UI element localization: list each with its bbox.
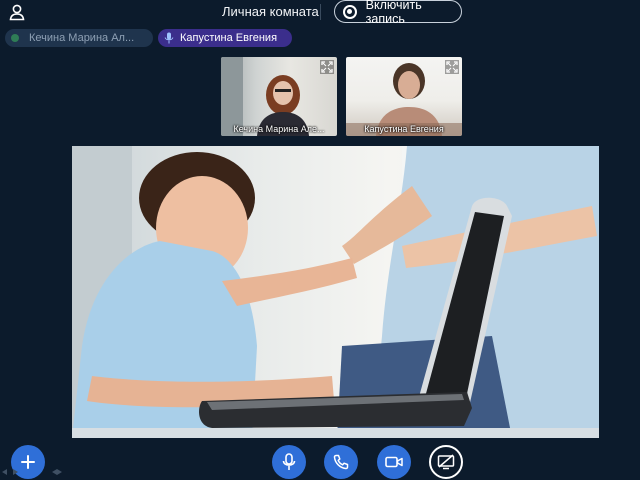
main-video-frame bbox=[72, 146, 599, 438]
microphone-button[interactable] bbox=[272, 445, 306, 479]
expand-icon[interactable] bbox=[445, 60, 459, 74]
user-icon[interactable] bbox=[8, 3, 26, 21]
resize-arrows-icon bbox=[2, 469, 62, 475]
thumbnail-label: Капустина Евгения bbox=[364, 124, 444, 134]
participant-chip-kechina[interactable]: Кечина Марина Ал... bbox=[5, 29, 153, 47]
video-call-window: Личная комната Включить запись Кечина Ма… bbox=[0, 0, 640, 480]
record-button-label: Включить запись bbox=[365, 0, 422, 26]
screen-share-button[interactable] bbox=[429, 445, 463, 479]
thumbnail-label: Кечина Марина Але... bbox=[233, 124, 325, 134]
hangup-button[interactable] bbox=[324, 445, 358, 479]
video-camera-icon bbox=[385, 456, 403, 468]
microphone-icon bbox=[164, 32, 174, 44]
record-icon bbox=[343, 4, 357, 19]
expand-icon[interactable] bbox=[320, 60, 334, 74]
screen-share-off-icon bbox=[437, 454, 455, 470]
participant-thumbnail-kapustina[interactable]: Капустина Евгения bbox=[346, 57, 462, 136]
participant-thumbnail-kechina[interactable]: Кечина Марина Але... bbox=[221, 57, 337, 136]
camera-button[interactable] bbox=[377, 445, 411, 479]
participant-name: Капустина Евгения bbox=[180, 32, 278, 44]
participant-name: Кечина Марина Ал... bbox=[29, 32, 135, 44]
main-video-stream[interactable] bbox=[72, 146, 599, 438]
record-button[interactable]: Включить запись bbox=[334, 0, 462, 26]
phone-icon bbox=[333, 454, 349, 470]
header-divider bbox=[320, 4, 321, 20]
status-dot-icon bbox=[11, 34, 19, 42]
microphone-icon bbox=[282, 453, 296, 470]
room-title: Личная комната bbox=[222, 4, 319, 19]
participant-chip-kapustina[interactable]: Капустина Евгения bbox=[158, 29, 292, 47]
